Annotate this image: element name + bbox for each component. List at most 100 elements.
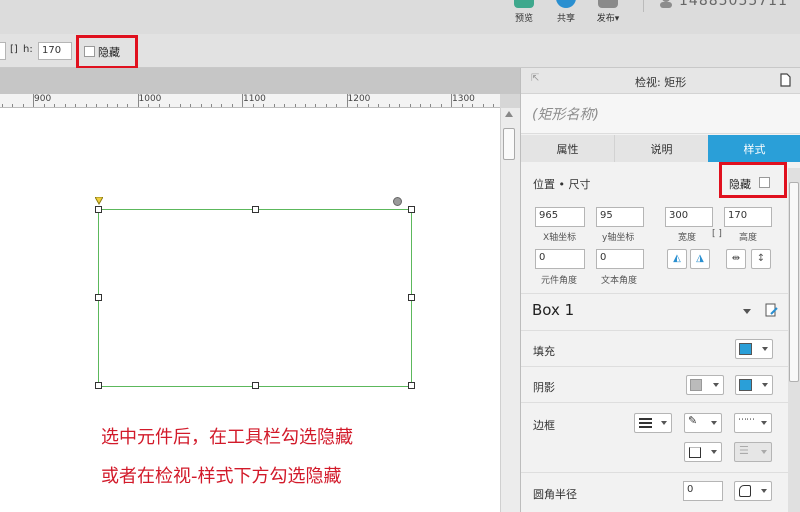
resize-handle-se[interactable] — [408, 382, 415, 389]
fill-label: 填充 — [533, 345, 555, 358]
inspector-scroll-thumb[interactable] — [789, 182, 799, 382]
ruler-tick — [462, 104, 463, 107]
y-coordinate-label: y轴坐标 — [602, 233, 635, 243]
hide-label-toolbar: 隐藏 — [98, 46, 120, 59]
resize-handle-sw[interactable] — [95, 382, 102, 389]
ruler-tick — [221, 104, 222, 107]
outer-shadow-picker[interactable] — [686, 375, 724, 395]
ruler-tick — [159, 104, 160, 107]
rotation-label: 元件角度 — [541, 276, 578, 286]
distribute-horizontal-icon[interactable]: ⇹ — [726, 249, 746, 269]
ruler-tick — [232, 104, 233, 107]
inner-shadow-picker[interactable] — [735, 375, 773, 395]
hide-label-inspector: 隐藏 — [729, 178, 751, 191]
ruler-tick — [127, 104, 128, 107]
rotation-input[interactable]: 0 — [535, 249, 585, 269]
resize-handle-nw[interactable] — [95, 206, 102, 213]
ruler-tick — [441, 104, 442, 107]
ruler-tick — [430, 104, 431, 107]
flip-vertical-icon[interactable]: ◮ — [690, 249, 710, 269]
arrow-style-picker[interactable]: ☰ — [734, 442, 772, 462]
publish-button[interactable]: 发布▾ — [588, 0, 628, 34]
shape-name-input[interactable]: (矩形名称) — [521, 94, 800, 134]
rotation-origin-icon[interactable] — [95, 197, 103, 205]
collapse-icon[interactable]: ⇱ — [531, 73, 539, 84]
width-input[interactable]: 300 — [665, 207, 713, 227]
ruler-tick — [169, 104, 170, 107]
preview-button[interactable]: 预览 — [504, 0, 544, 34]
preview-icon — [514, 0, 534, 8]
rounded-corner-icon — [739, 485, 751, 497]
resize-handle-n[interactable] — [252, 206, 259, 213]
y-coordinate-input[interactable]: 95 — [596, 207, 644, 227]
user-account[interactable]: 14885055711 — [655, 0, 800, 12]
resize-handle-ne[interactable] — [408, 206, 415, 213]
share-icon — [556, 0, 576, 8]
tab-properties[interactable]: 属性 — [521, 135, 615, 162]
tab-style[interactable]: 样式 — [708, 135, 800, 162]
scroll-up-icon[interactable] — [505, 111, 513, 117]
resize-handle-e[interactable] — [408, 294, 415, 301]
section-divider — [521, 330, 789, 331]
pen-icon: ✎ — [688, 414, 698, 427]
rectangle-shape[interactable] — [98, 209, 412, 387]
ruler-tick — [305, 104, 306, 107]
x-coordinate-label: X轴坐标 — [543, 233, 577, 243]
ruler-major-tick — [33, 94, 34, 107]
fill-color-picker[interactable] — [735, 339, 773, 359]
distribute-vertical-icon[interactable]: ↕ — [751, 249, 771, 269]
ruler-tick — [211, 104, 212, 107]
fill-swatch — [739, 343, 752, 355]
style-name[interactable]: Box 1 — [532, 301, 574, 319]
ruler-tick — [12, 104, 13, 107]
width-label: 宽度 — [678, 233, 697, 243]
ruler-tick — [378, 104, 379, 107]
height-label: h: — [23, 44, 33, 55]
style-edit-icon[interactable] — [765, 303, 779, 317]
tab-notes[interactable]: 说明 — [615, 135, 708, 162]
x-coordinate-input[interactable]: 965 — [535, 207, 585, 227]
ruler-tick — [295, 104, 296, 107]
ruler-tick — [326, 104, 327, 107]
height-input[interactable]: 170 — [38, 42, 72, 60]
ruler-label: 1300 — [452, 94, 475, 104]
border-color-picker[interactable]: ✎ — [684, 413, 722, 433]
resize-handle-w[interactable] — [95, 294, 102, 301]
ruler-tick — [54, 104, 55, 107]
hide-checkbox-inspector[interactable] — [759, 177, 770, 188]
canvas-tab-strip — [0, 68, 520, 94]
height-input-inspector[interactable]: 170 — [724, 207, 772, 227]
border-thickness-picker[interactable] — [634, 413, 672, 433]
resize-handle-s[interactable] — [252, 382, 259, 389]
hide-checkbox-toolbar[interactable] — [84, 46, 95, 57]
publish-label: 发布▾ — [596, 14, 620, 24]
section-divider — [521, 366, 789, 367]
property-toolbar: [] h: 170 隐藏 — [0, 34, 800, 69]
corner-radius-handle[interactable] — [393, 197, 402, 206]
share-button[interactable]: 共享 — [546, 0, 586, 34]
border-pattern-picker[interactable]: ⋯⋯ — [734, 413, 772, 433]
instruction-note-line1: 选中元件后，在工具栏勾选隐藏 — [101, 427, 353, 448]
inspector-scrollbar[interactable] — [788, 168, 800, 512]
ruler-label: 1200 — [347, 94, 371, 104]
width-field-stub[interactable] — [0, 42, 6, 60]
ruler-major-tick — [242, 94, 243, 107]
arrow-style-icon: ☰ — [739, 444, 749, 457]
ruler-tick — [336, 104, 337, 107]
corner-style-picker[interactable] — [734, 481, 772, 501]
publish-icon — [598, 0, 618, 8]
lock-aspect-icon[interactable]: [ ] — [712, 229, 722, 239]
flip-horizontal-icon[interactable]: ◭ — [667, 249, 687, 269]
canvas-vertical-scrollbar[interactable] — [500, 108, 520, 512]
border-visibility-picker[interactable] — [684, 442, 722, 462]
corner-radius-label: 圆角半径 — [533, 488, 577, 501]
page-icon[interactable] — [780, 73, 791, 87]
text-rotation-input[interactable]: 0 — [596, 249, 644, 269]
style-dropdown-icon[interactable] — [743, 309, 751, 314]
height-dim-icon: [] — [10, 44, 18, 55]
ruler-tick — [410, 104, 411, 107]
canvas-scroll-thumb[interactable] — [503, 128, 515, 160]
design-canvas[interactable]: 选中元件后，在工具栏勾选隐藏 或者在检视-样式下方勾选隐藏 — [0, 108, 500, 512]
corner-radius-input[interactable]: 0 — [683, 481, 723, 501]
ruler-label: 1000 — [138, 94, 162, 104]
